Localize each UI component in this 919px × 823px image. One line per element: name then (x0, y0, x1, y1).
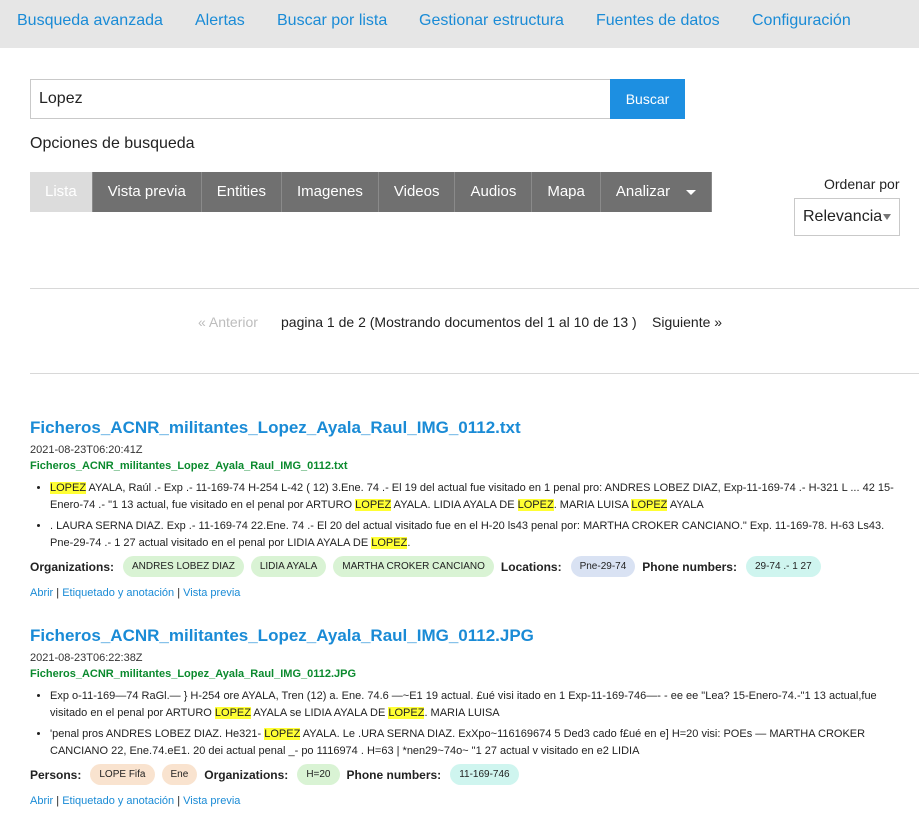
nav-link-fuentes-de-datos[interactable]: Fuentes de datos (596, 12, 720, 30)
pagination-next[interactable]: Siguiente » (652, 314, 722, 330)
snippet-text: . MARIA LUISA (424, 707, 500, 719)
sort-label: Ordenar por (824, 176, 900, 192)
nav-link-alertas[interactable]: Alertas (195, 12, 245, 30)
entity-chip-phone[interactable]: 29-74 .- 1 27 (745, 556, 821, 577)
entity-group-label: Phone numbers: (346, 767, 442, 782)
nav-link-buscar-por-lista[interactable]: Buscar por lista (277, 12, 387, 30)
result-date: 2021-08-23T06:20:41Z (30, 444, 143, 456)
result-snippet-list: LOPEZ AYALA, Raúl .- Exp .- 11-169-74 H-… (30, 480, 910, 552)
search-input[interactable] (30, 79, 611, 119)
result-snippet: . LAURA SERNA DIAZ. Exp .- 11-169-74 22.… (50, 518, 910, 552)
pagination-info: pagina 1 de 2 (Mostrando documentos del … (281, 314, 637, 330)
annotate-link[interactable]: Etiquetado y anotación (62, 795, 174, 807)
result-snippet: LOPEZ AYALA, Raúl .- Exp .- 11-169-74 H-… (50, 480, 910, 514)
tab-analizar-label: Analizar (615, 183, 671, 200)
result-title-link[interactable]: Ficheros_ACNR_militantes_Lopez_Ayala_Rau… (30, 418, 910, 438)
highlighted-term: LOPEZ (264, 728, 301, 740)
highlighted-term: LOPEZ (214, 707, 251, 719)
entity-chip-phone[interactable]: 11-169-746 (450, 764, 519, 785)
tab-mapa[interactable]: Mapa (532, 172, 601, 212)
view-tab-bar: Lista Vista previa Entities Imagenes Vid… (30, 172, 713, 212)
tab-lista[interactable]: Lista (30, 172, 93, 212)
highlighted-term: LOPEZ (517, 499, 554, 511)
tab-entities[interactable]: Entities (201, 172, 282, 212)
result-entities: Persons: LOPE Fifa Ene Organizations: H=20 Ph… (30, 764, 910, 785)
highlighted-term: LOPEZ (355, 499, 392, 511)
result-filename[interactable]: Ficheros_ACNR_militantes_Lopez_Ayala_Rau… (30, 668, 910, 680)
entity-chip-org[interactable]: ANDRES LOBEZ DIAZ (123, 556, 244, 577)
tab-audios[interactable]: Audios (455, 172, 533, 212)
entity-group-label: Locations: (500, 559, 562, 574)
result-filename[interactable]: Ficheros_ACNR_militantes_Lopez_Ayala_Rau… (30, 460, 910, 472)
search-options-title: Opciones de busqueda (30, 135, 195, 152)
snippet-text: . MARIA LUISA (553, 499, 632, 511)
preview-link[interactable]: Vista previa (183, 587, 240, 599)
entity-group-label: Phone numbers: (642, 559, 737, 574)
entity-group-label: Persons: (30, 767, 82, 782)
snippet-text: . (407, 537, 411, 549)
result-snippet: Exp o-11-169—74 RaGl.— } H-254 ore AYALA… (50, 688, 910, 722)
entity-chip-org[interactable]: H=20 (297, 764, 340, 785)
highlighted-term: LOPEZ (50, 482, 87, 494)
sort-select[interactable]: Relevancia (794, 198, 900, 236)
result-date: 2021-08-23T06:22:38Z (30, 652, 143, 664)
result-title-link[interactable]: Ficheros_ACNR_militantes_Lopez_Ayala_Rau… (30, 626, 910, 646)
pagination-previous[interactable]: « Anterior (198, 314, 258, 330)
caret-down-icon (686, 189, 697, 195)
highlighted-term: LOPEZ (631, 499, 668, 511)
dropdown-caret-icon (883, 214, 891, 220)
sort-selected-value: Relevancia (803, 208, 883, 225)
preview-link[interactable]: Vista previa (183, 795, 240, 807)
open-link[interactable]: Abrir (30, 795, 53, 807)
highlighted-term: LOPEZ (371, 537, 408, 549)
nav-link-busqueda-avanzada[interactable]: Busqueda avanzada (17, 12, 163, 30)
tab-imagenes[interactable]: Imagenes (282, 172, 379, 212)
snippet-text: AYALA se LIDIA AYALA DE (250, 707, 389, 719)
entity-chip-loc[interactable]: Pne-29-74 (570, 556, 636, 577)
result-entities: Organizations: ANDRES LOBEZ DIAZ LIDIA AYA… (30, 556, 910, 577)
tab-vista-previa[interactable]: Vista previa (92, 172, 202, 212)
entity-chip-person[interactable]: Ene (161, 764, 198, 785)
top-navigation-bar: Busqueda avanzada Alertas Buscar por lis… (0, 0, 919, 48)
divider (30, 288, 919, 289)
search-button[interactable]: Buscar (610, 79, 685, 119)
search-result: Ficheros_ACNR_militantes_Lopez_Ayala_Rau… (30, 626, 910, 807)
open-link[interactable]: Abrir (30, 587, 53, 599)
entity-group-label: Organizations: (204, 767, 289, 782)
highlighted-term: LOPEZ (388, 707, 425, 719)
result-snippet: 'penal pros ANDRES LOBEZ DIAZ. He321- LO… (50, 726, 910, 760)
tab-analizar-dropdown[interactable]: Analizar (600, 172, 713, 212)
nav-link-configuracion[interactable]: Configuración (752, 12, 851, 30)
annotate-link[interactable]: Etiquetado y anotación (62, 587, 174, 599)
snippet-text: AYALA. LIDIA AYALA DE (391, 499, 518, 511)
divider (30, 373, 919, 374)
snippet-text: 'penal pros ANDRES LOBEZ DIAZ. He321- (50, 728, 265, 740)
entity-chip-org[interactable]: LIDIA AYALA (250, 556, 327, 577)
result-snippet-list: Exp o-11-169—74 RaGl.— } H-254 ore AYALA… (30, 688, 910, 760)
snippet-text: AYALA (667, 499, 704, 511)
search-result: Ficheros_ACNR_militantes_Lopez_Ayala_Rau… (30, 418, 910, 599)
entity-group-label: Organizations: (30, 559, 115, 574)
result-actions: Abrir | Etiquetado y anotación | Vista p… (30, 795, 241, 807)
result-actions: Abrir | Etiquetado y anotación | Vista p… (30, 587, 241, 599)
entity-chip-org[interactable]: MARTHA CROKER CANCIANO (333, 556, 494, 577)
snippet-text: . LAURA SERNA DIAZ. Exp .- 11-169-74 22.… (50, 520, 885, 549)
entity-chip-person[interactable]: LOPE Fifa (90, 764, 155, 785)
nav-link-gestionar-estructura[interactable]: Gestionar estructura (419, 12, 564, 30)
tab-videos[interactable]: Videos (378, 172, 456, 212)
